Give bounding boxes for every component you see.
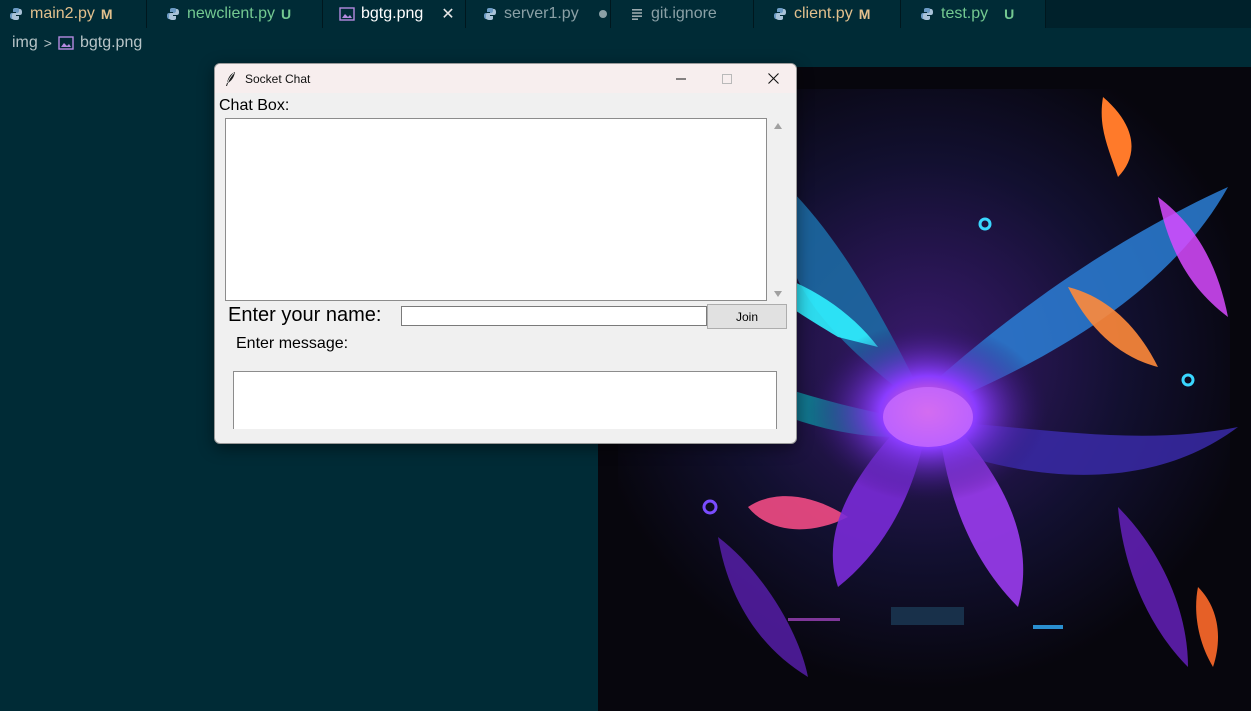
- message-label: Enter message:: [236, 335, 349, 352]
- breadcrumb-folder[interactable]: img: [12, 34, 38, 52]
- python-icon: [772, 6, 788, 22]
- minimize-button[interactable]: [658, 64, 704, 93]
- window-title-bar[interactable]: Socket Chat: [215, 64, 796, 93]
- close-button[interactable]: [750, 64, 796, 93]
- breadcrumb-file[interactable]: bgtg.png: [80, 34, 142, 52]
- chat-box-textarea[interactable]: [225, 118, 767, 301]
- tab-bgtg-png[interactable]: bgtg.png ✕: [323, 0, 466, 28]
- chevron-right-icon: >: [43, 35, 52, 51]
- socket-chat-window: Socket Chat Chat Box: Enter your name: J…: [214, 63, 797, 444]
- tab-label: client.py: [794, 5, 853, 22]
- tab-git-ignore[interactable]: git.ignore: [611, 0, 754, 28]
- name-input[interactable]: [401, 306, 707, 326]
- tab-label: main2.py: [30, 5, 95, 22]
- close-icon[interactable]: ✕: [441, 4, 454, 24]
- tab-newclient-py[interactable]: newclient.py U: [147, 0, 323, 28]
- python-icon: [919, 6, 935, 22]
- chat-box-scrollbar[interactable]: [769, 118, 787, 302]
- tab-label: server1.py: [504, 5, 579, 22]
- tab-label: newclient.py: [187, 5, 276, 22]
- tab-server1-py[interactable]: server1.py: [466, 0, 611, 28]
- tab-test-py[interactable]: test.py U: [901, 0, 1046, 28]
- untracked-badge: U: [281, 6, 292, 22]
- window-title: Socket Chat: [245, 71, 311, 86]
- feather-icon: [225, 71, 237, 87]
- untracked-badge: U: [1004, 6, 1015, 22]
- unsaved-dot-icon[interactable]: [598, 10, 607, 18]
- maximize-button[interactable]: [704, 64, 750, 93]
- python-icon: [8, 6, 24, 22]
- tab-label: git.ignore: [651, 5, 717, 22]
- scroll-up-arrow-icon[interactable]: [774, 123, 782, 129]
- chat-box-label: Chat Box:: [219, 97, 290, 114]
- image-icon: [58, 36, 74, 50]
- window-controls: [658, 64, 796, 93]
- modified-badge: M: [858, 6, 871, 22]
- close-icon: [767, 73, 779, 84]
- name-label: Enter your name:: [228, 304, 382, 326]
- join-button[interactable]: Join: [707, 304, 787, 329]
- maximize-icon: [722, 73, 732, 84]
- scroll-down-arrow-icon[interactable]: [774, 291, 782, 297]
- tab-label: test.py: [941, 5, 989, 22]
- python-icon: [165, 6, 181, 22]
- tab-client-py[interactable]: client.py M: [754, 0, 901, 28]
- modified-badge: M: [100, 6, 113, 22]
- tab-label: bgtg.png: [361, 5, 424, 22]
- python-icon: [482, 6, 498, 22]
- breadcrumb: img > bgtg.png: [12, 33, 142, 53]
- image-icon: [339, 6, 355, 22]
- lines-icon: [629, 6, 645, 22]
- message-textarea[interactable]: [233, 371, 777, 429]
- minimize-icon: [676, 78, 686, 79]
- editor-tab-bar: main2.py M newclient.py U bgtg.png ✕ ser…: [0, 0, 1251, 28]
- tab-main2-py[interactable]: main2.py M: [0, 0, 147, 28]
